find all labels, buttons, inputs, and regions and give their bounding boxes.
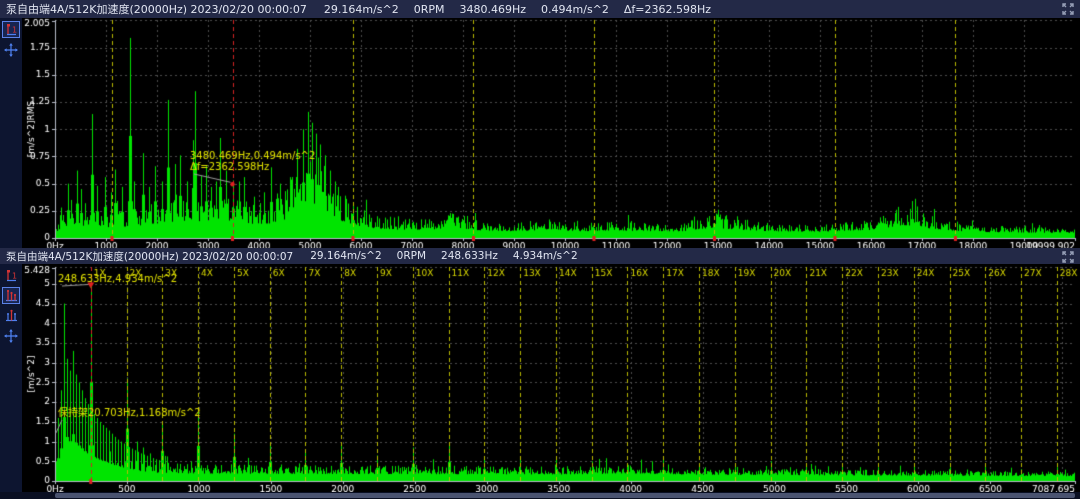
bottom-chart-toolbar: 1	[0, 264, 22, 492]
expand-icon	[1061, 250, 1075, 264]
top-chart-toolbar: 1	[0, 18, 22, 248]
tool-move-button[interactable]	[2, 41, 20, 58]
bottom-chart-header: 泵自由端4A/512K加速度(20000Hz) 2023/02/20 00:00…	[0, 248, 1080, 264]
bottom-chart-body: 1	[0, 264, 1080, 492]
single-cursor-icon: 1	[4, 268, 19, 283]
top-stat-cursor-amp: 0.494m/s^2	[541, 3, 609, 16]
top-stat-cursor-freq: 3480.469Hz	[459, 3, 526, 16]
svg-text:1: 1	[12, 26, 17, 35]
tool-single-cursor-button[interactable]: 1	[2, 21, 20, 38]
bottom-stat-cursor-amp: 4.934m/s^2	[513, 250, 578, 262]
top-chart-body: 1	[0, 18, 1080, 248]
horizontal-scrollbar-track	[0, 492, 1080, 499]
harmonic-cursor-icon	[4, 288, 19, 303]
spectrum-chart-top[interactable]	[22, 18, 1080, 248]
expand-button[interactable]	[1061, 250, 1075, 264]
single-cursor-icon: 1	[4, 22, 19, 37]
tool-sideband-cursor-button[interactable]	[2, 307, 20, 324]
bottom-chart-title: 泵自由端4A/512K加速度(20000Hz) 2023/02/20 00:00…	[6, 249, 293, 264]
expand-icon	[1061, 2, 1075, 16]
top-stat-delta-f: Δf=2362.598Hz	[624, 3, 711, 16]
panel-top-spectrum: 泵自由端4A/512K加速度(20000Hz) 2023/02/20 00:00…	[0, 0, 1080, 248]
tool-harmonic-cursor-button[interactable]	[2, 287, 20, 304]
tool-single-cursor-button[interactable]: 1	[2, 267, 20, 284]
expand-button[interactable]	[1061, 2, 1075, 16]
top-chart-title: 泵自由端4A/512K加速度(20000Hz) 2023/02/20 00:00…	[6, 1, 307, 17]
spectrum-chart-bottom[interactable]	[22, 264, 1080, 492]
bottom-stat-rpm: 0RPM	[397, 250, 426, 262]
horizontal-scrollbar-thumb[interactable]	[55, 493, 1075, 498]
tool-move-button[interactable]	[2, 327, 20, 344]
top-stat-overall: 29.164m/s^2	[324, 3, 399, 16]
top-stat-rpm: 0RPM	[414, 3, 445, 16]
move-icon	[4, 329, 18, 343]
move-icon	[4, 43, 18, 57]
bottom-stat-overall: 29.164m/s^2	[310, 250, 381, 262]
bottom-stat-cursor-freq: 248.633Hz	[441, 250, 498, 262]
panel-bottom-spectrum: 泵自由端4A/512K加速度(20000Hz) 2023/02/20 00:00…	[0, 248, 1080, 499]
sideband-cursor-icon	[4, 308, 19, 323]
svg-text:1: 1	[12, 272, 17, 281]
top-chart-header: 泵自由端4A/512K加速度(20000Hz) 2023/02/20 00:00…	[0, 0, 1080, 18]
